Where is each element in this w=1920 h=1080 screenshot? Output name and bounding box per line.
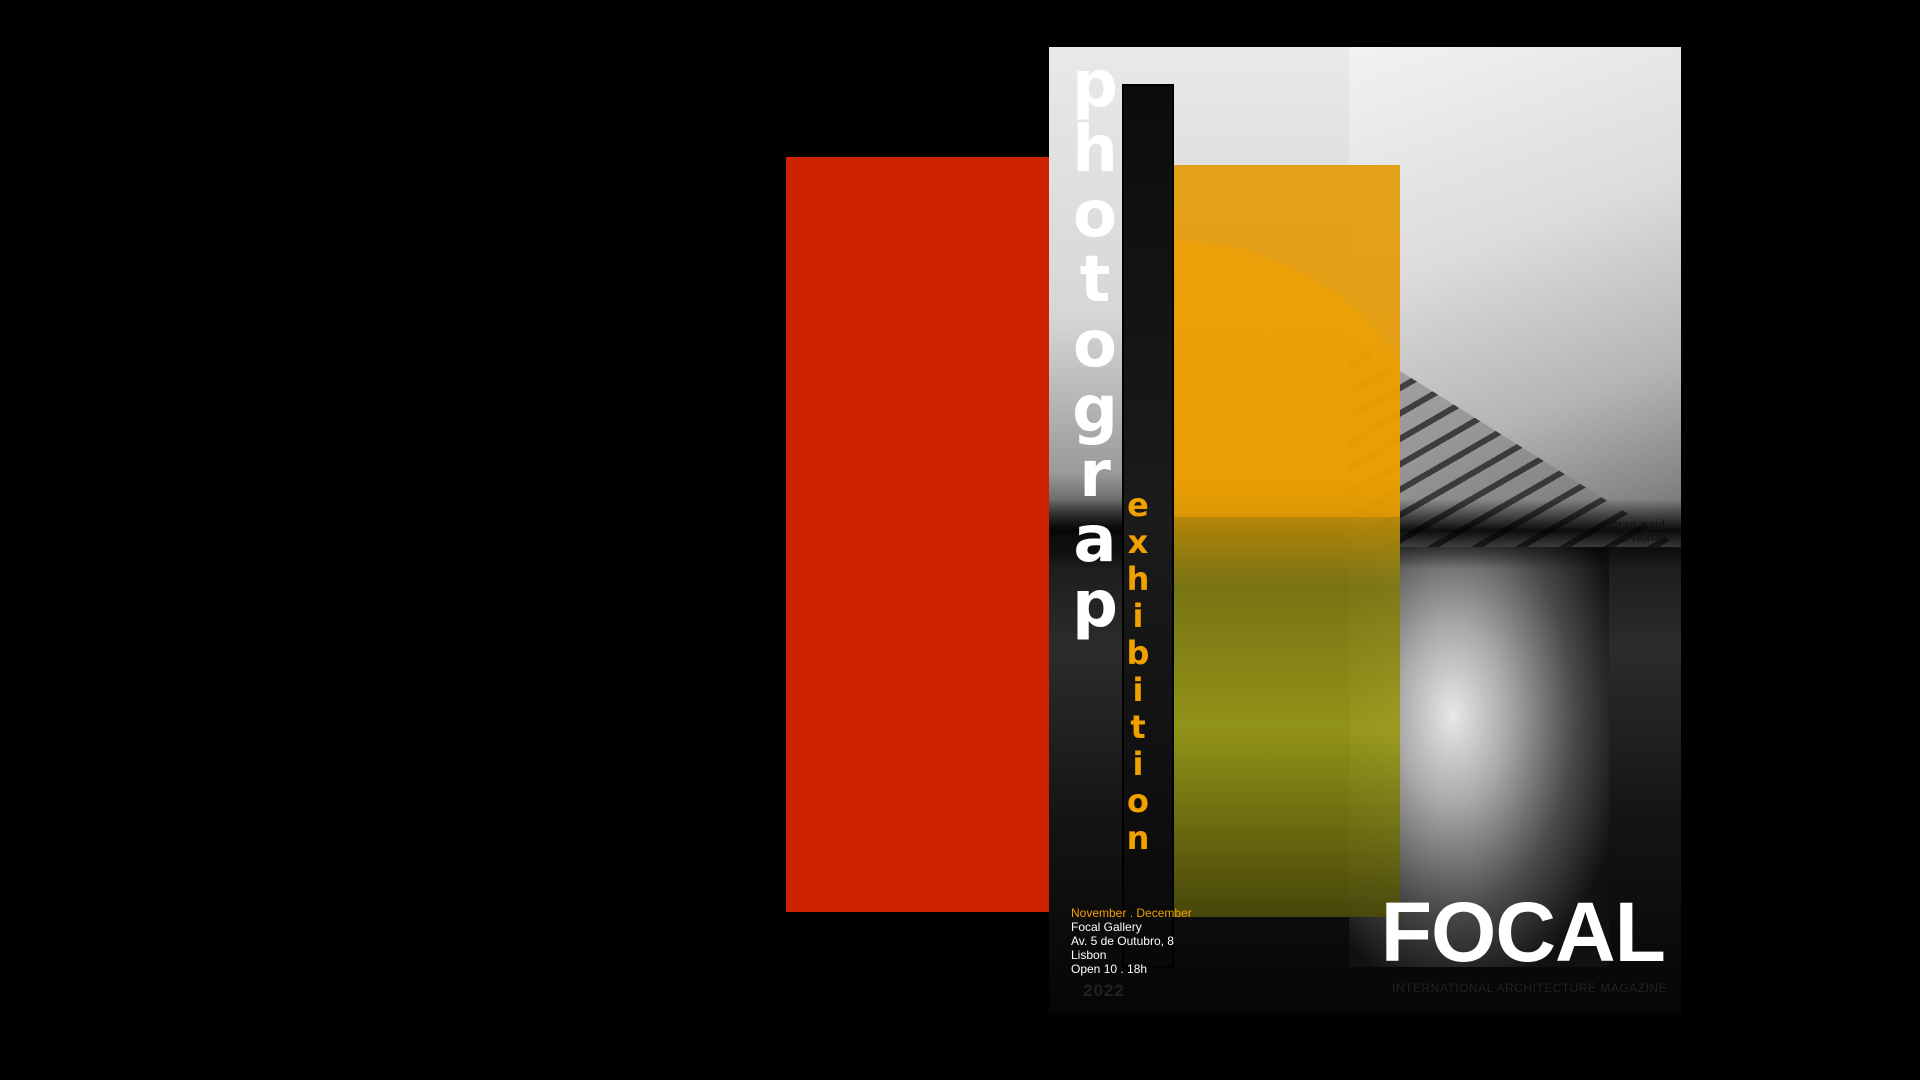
subtitle-letter: i [1132,745,1144,783]
event-months: November . December [1071,906,1192,920]
event-info: November . December Focal Gallery Av. 5 … [1071,906,1192,976]
title-letter: p [1072,568,1118,642]
event-address: Av. 5 de Outubro, 8 [1071,934,1174,948]
title-letter: h [1072,113,1118,187]
exhibition-poster: p h o t o g r a p e x h i b i t i o n ga… [1049,47,1681,1015]
photo-credit: garan paul at home [1604,518,1665,544]
title-letter: p [1072,48,1118,122]
vertical-subtitle-exhibition: e x h i b i t i o n [1117,487,1159,857]
orange-half-circle [1172,197,1400,517]
brand-logo-focal: FOCAL [1380,885,1666,979]
title-letter: r [1079,438,1111,512]
subtitle-letter: h [1126,560,1150,598]
title-letter: g [1072,373,1118,447]
title-letter: o [1073,178,1117,252]
subtitle-letter: e [1127,486,1149,524]
red-accent-block [786,157,1050,912]
event-hours: Open 10 . 18h [1071,962,1148,976]
subtitle-letter: i [1132,597,1144,635]
subtitle-letter: t [1130,708,1146,746]
event-year: 2022 [1083,981,1125,1000]
event-city: Lisbon [1071,948,1107,962]
subtitle-letter: b [1126,634,1150,672]
event-venue: Focal Gallery [1071,920,1142,934]
title-letter: o [1073,308,1117,382]
subtitle-letter: n [1126,819,1150,857]
title-letter: t [1079,243,1111,317]
title-letter: a [1073,503,1117,577]
subtitle-letter: i [1132,671,1144,709]
credit-line: at home [1618,529,1665,544]
brand-tagline: INTERNATIONAL ARCHITECTURE MAGAZINE [1392,981,1667,995]
subtitle-letter: o [1127,782,1149,820]
subtitle-letter: x [1127,523,1149,561]
